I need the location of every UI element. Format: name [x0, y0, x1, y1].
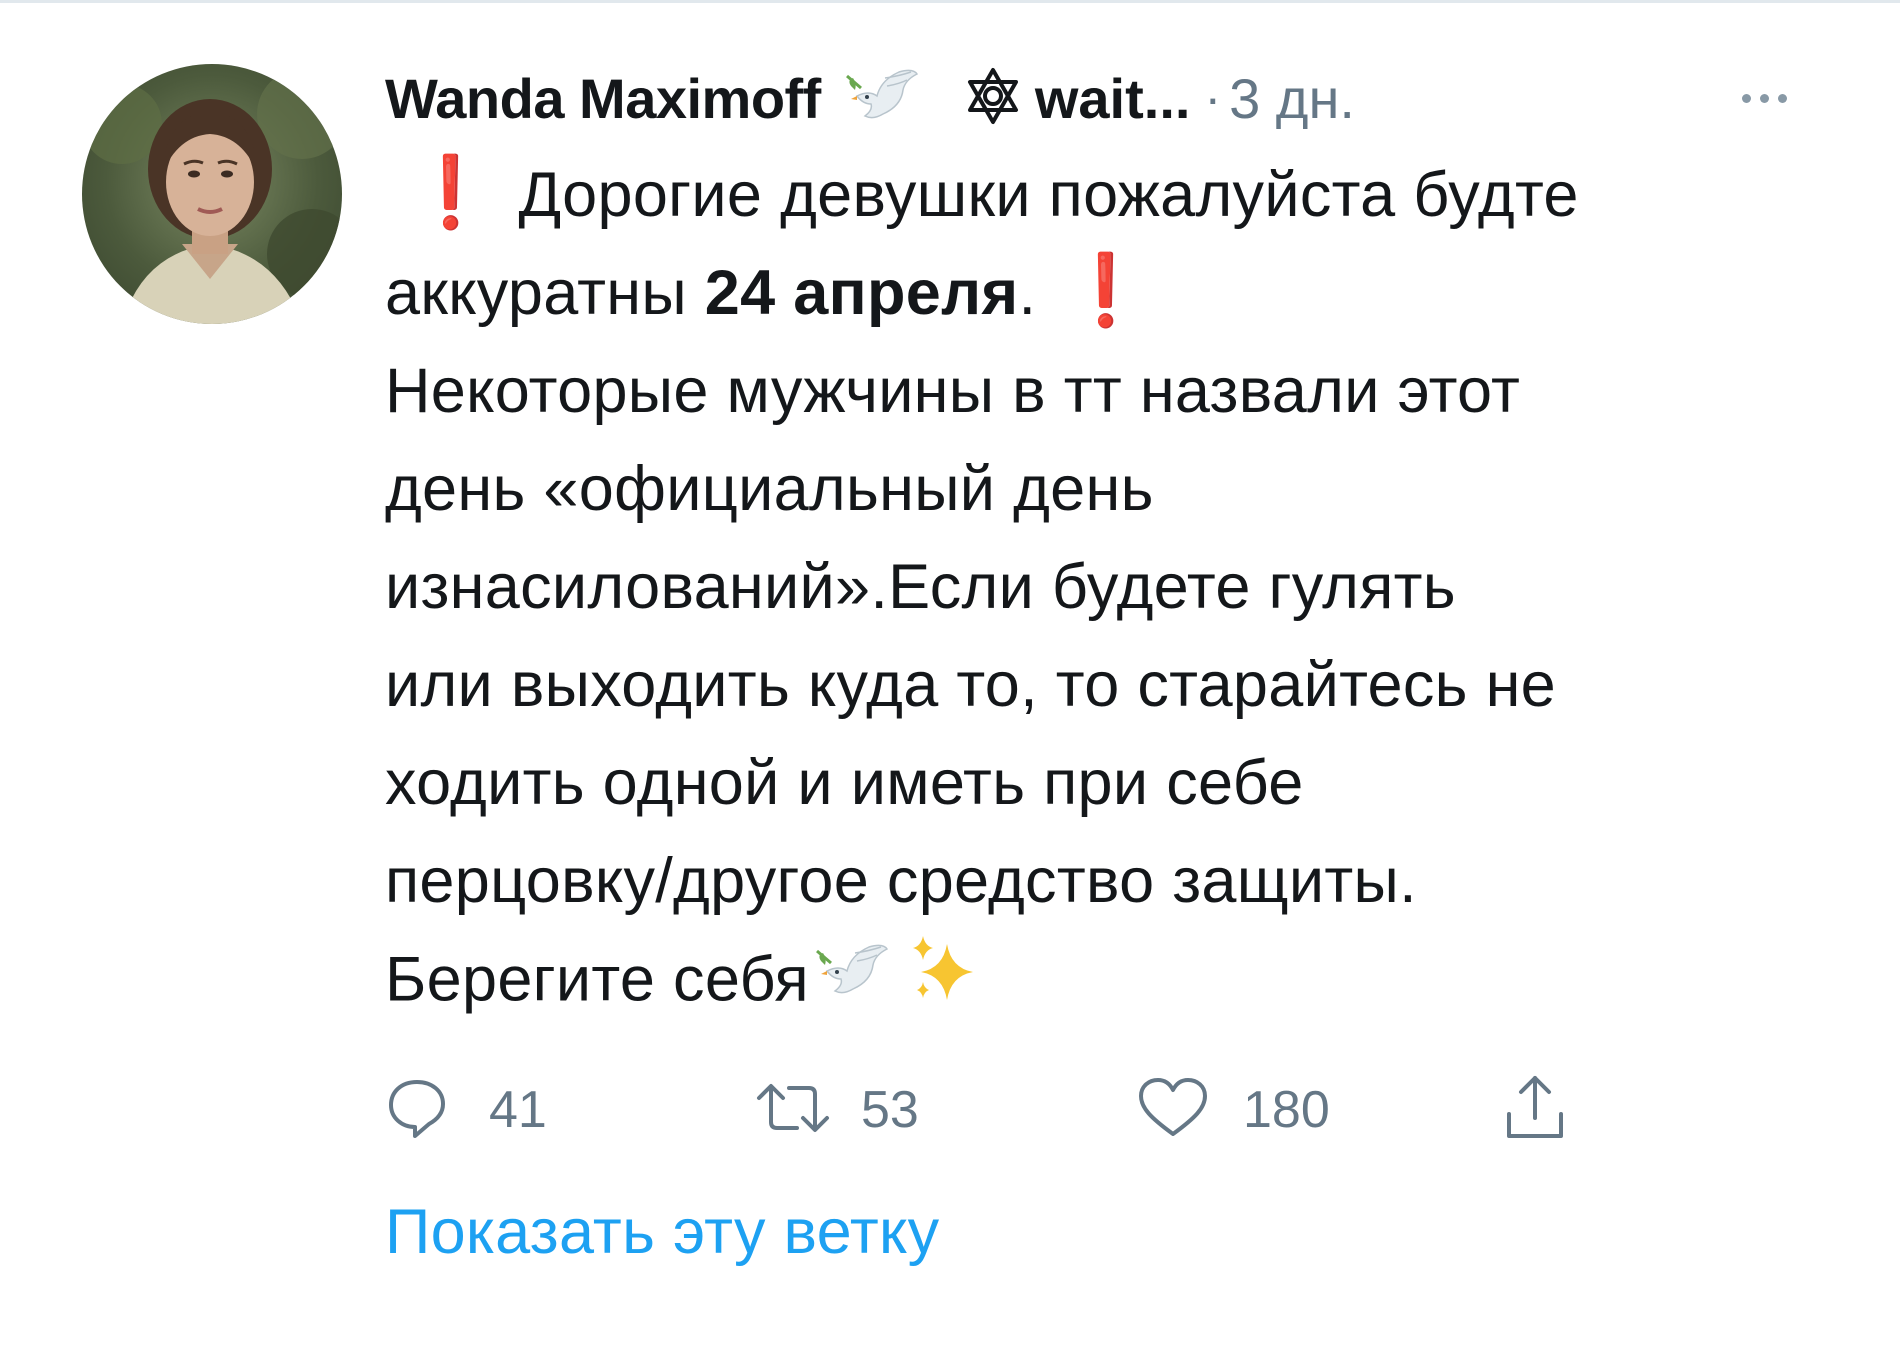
tweet-content: Wanda Maximoff wait... · 3 дн. ❗ Дорогие…: [385, 50, 1845, 1038]
tweet-line-9-text: Берегите себя: [385, 944, 809, 1015]
avatar[interactable]: [82, 64, 342, 324]
like-count: 180: [1243, 1081, 1330, 1139]
timestamp[interactable]: 3 дн.: [1229, 66, 1355, 131]
display-name[interactable]: Wanda Maximoff: [385, 66, 821, 131]
tweet-date-bold: 24 апреля: [704, 258, 1019, 328]
reply-icon: [385, 1076, 449, 1145]
tweet[interactable]: Wanda Maximoff wait... · 3 дн. ❗ Дорогие…: [0, 0, 1900, 1346]
reply-button[interactable]: 41: [385, 1070, 547, 1150]
separator-dot: ·: [1204, 70, 1222, 126]
tweet-line-7: ходить одной и иметь при себе: [385, 748, 1304, 818]
exclamation-icon: ❗: [1062, 251, 1150, 329]
share-button[interactable]: [1503, 1070, 1567, 1150]
tweet-line-2-suffix: .: [1018, 258, 1055, 328]
handle[interactable]: wait...: [1035, 66, 1191, 131]
tweet-line-4: день «официальный день: [385, 454, 1154, 524]
retweet-button[interactable]: 53: [755, 1070, 919, 1150]
tweet-line-1-text: Дорогие девушки пожалуйста будте: [518, 160, 1579, 230]
tweet-line-9: Берегите себя: [385, 930, 1845, 1038]
tweet-line-5: изнасилований».Если будете гулять: [385, 552, 1456, 622]
exclamation-icon: ❗: [407, 153, 495, 231]
star-of-david-icon: [961, 64, 1025, 133]
tweet-actions: 41 53 180: [385, 1070, 1685, 1150]
like-button[interactable]: 180: [1137, 1070, 1330, 1150]
reply-count: 41: [489, 1081, 547, 1139]
dove-icon: [813, 935, 889, 1033]
heart-icon: [1137, 1076, 1209, 1145]
tweet-text: ❗ Дорогие девушки пожалуйста будте аккура…: [385, 146, 1845, 1038]
more-dots-icon[interactable]: [1742, 93, 1787, 103]
sparkles-icon: [907, 930, 983, 1038]
show-thread-link[interactable]: Показать эту ветку: [385, 1196, 939, 1268]
tweet-line-2-prefix: аккуратны: [385, 258, 705, 328]
share-icon: [1503, 1072, 1567, 1149]
tweet-line-8: перцовку/другое средство защиты.: [385, 846, 1417, 916]
tweet-line-1: ❗ Дорогие девушки пожалуйста будте: [385, 146, 1845, 244]
retweet-count: 53: [861, 1081, 919, 1139]
tweet-header: Wanda Maximoff wait... · 3 дн.: [385, 50, 1845, 146]
tweet-line-2: аккуратны 24 апреля. ❗: [385, 244, 1845, 342]
dove-icon: [843, 66, 919, 131]
retweet-icon: [755, 1076, 831, 1145]
tweet-line-3: Некоторые мужчины в тт назвали этот: [385, 356, 1521, 426]
tweet-line-6: или выходить куда то, то старайтесь не: [385, 650, 1557, 720]
